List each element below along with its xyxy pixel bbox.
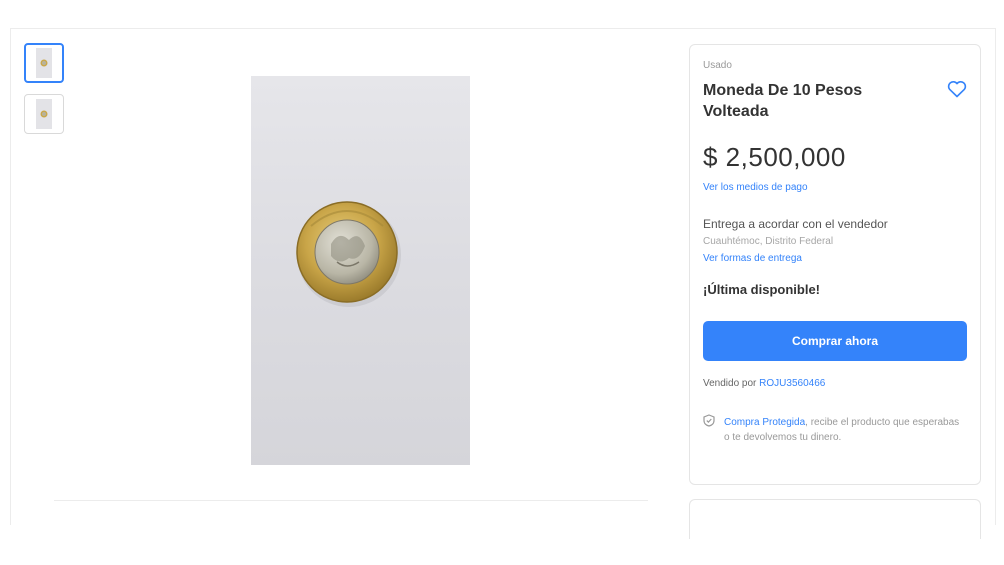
coin-thumbnail-icon — [40, 59, 48, 67]
main-product-image[interactable] — [251, 76, 470, 465]
heart-outline-icon[interactable] — [947, 80, 967, 98]
protected-purchase-link[interactable]: Compra Protegida — [724, 417, 805, 428]
delivery-info: Entrega a acordar con el vendedor — [703, 217, 888, 231]
delivery-options-link[interactable]: Ver formas de entrega — [703, 253, 802, 264]
buy-now-button[interactable]: Comprar ahora — [703, 321, 967, 361]
coin-photo — [296, 201, 401, 307]
seller-prefix: Vendido por — [703, 378, 757, 389]
payment-methods-link[interactable]: Ver los medios de pago — [703, 182, 808, 193]
secondary-box — [689, 499, 981, 539]
seller-info: Vendido por ROJU3560466 — [703, 378, 825, 389]
section-divider — [54, 500, 648, 501]
thumbnail-2[interactable] — [24, 94, 64, 134]
thumbnail-1[interactable] — [24, 43, 64, 83]
shield-check-icon — [703, 414, 715, 427]
price: $ 2,500,000 — [703, 142, 846, 172]
purchase-protection: Compra Protegida, recibe el producto que… — [724, 415, 960, 445]
coin-thumbnail-icon — [40, 110, 48, 118]
product-page: Usado Moneda De 10 Pesos Volteada $ 2,50… — [0, 0, 1004, 565]
location-text: Cuauhtémoc, Distrito Federal — [703, 236, 834, 247]
seller-link[interactable]: ROJU3560466 — [759, 378, 825, 389]
condition-label: Usado — [703, 60, 732, 71]
stock-status: ¡Última disponible! — [703, 282, 820, 297]
product-title: Moneda De 10 Pesos Volteada — [703, 82, 863, 120]
